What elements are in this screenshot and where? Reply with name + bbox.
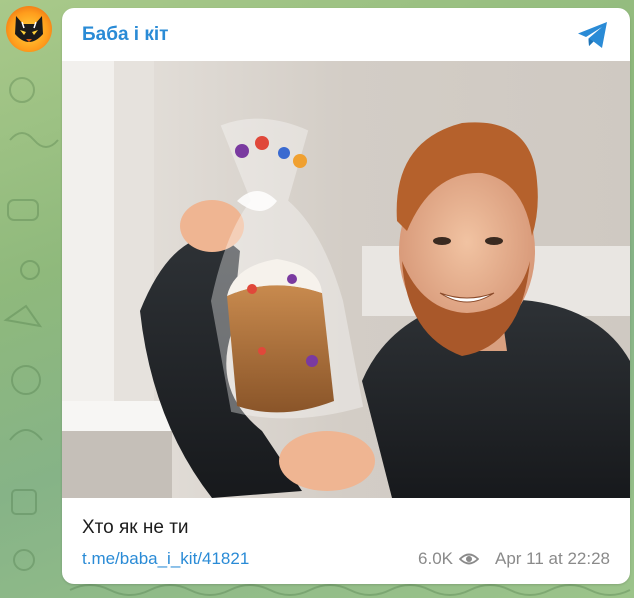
channel-name[interactable]: Баба і кіт	[82, 24, 168, 46]
cat-mask-avatar-icon	[15, 16, 43, 42]
telegram-icon[interactable]	[576, 20, 610, 50]
post-date: Apr 11 at 22:28	[495, 549, 610, 568]
post-caption: Хто як не ти	[82, 517, 189, 538]
post-card: Баба і кіт Хто як не ти t.me/baba_i_kit/…	[62, 8, 630, 584]
post-meta: 6.0K Apr 11 at 22:28	[418, 549, 610, 569]
eye-icon	[459, 553, 479, 565]
views-count: 6.0K	[418, 549, 453, 568]
post-photo[interactable]	[62, 61, 630, 498]
post-link[interactable]: t.me/baba_i_kit/41821	[82, 549, 249, 569]
channel-avatar[interactable]	[6, 6, 52, 52]
post-header: Баба і кіт	[62, 8, 630, 60]
photo-illustration	[62, 61, 630, 498]
